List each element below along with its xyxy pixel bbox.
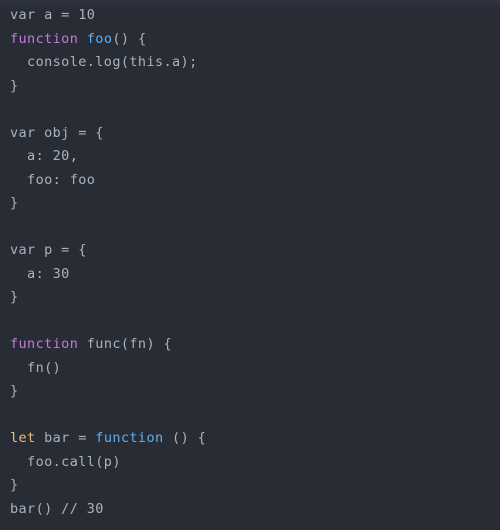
code-token: } bbox=[10, 195, 19, 211]
code-token: a: 30 bbox=[10, 265, 70, 282]
code-line: console.log(this.a); bbox=[0, 51, 500, 75]
code-line: var a = 10 bbox=[0, 4, 500, 28]
code-token: var obj = { bbox=[10, 124, 104, 141]
code-line: } bbox=[0, 380, 500, 404]
code-line: } bbox=[0, 192, 500, 216]
code-line: } bbox=[0, 286, 500, 310]
code-token: foo: foo bbox=[10, 171, 96, 188]
code-line bbox=[0, 216, 500, 240]
code-line: var obj = { bbox=[0, 122, 500, 146]
code-line: } bbox=[0, 474, 500, 498]
code-line bbox=[0, 404, 500, 428]
code-line: foo: foo bbox=[0, 169, 500, 193]
code-token: foo bbox=[86, 30, 113, 47]
code-token: () { bbox=[163, 430, 207, 446]
code-line: bar() // 30 bbox=[0, 498, 500, 522]
code-token: } bbox=[10, 289, 19, 305]
code-token: func(fn) { bbox=[78, 336, 173, 352]
code-token: a: 20, bbox=[10, 148, 79, 164]
code-line: function foo() { bbox=[0, 28, 500, 52]
code-line: fn() bbox=[0, 357, 500, 381]
code-token: function bbox=[95, 430, 164, 446]
code-token: bar() // 30 bbox=[10, 500, 104, 517]
code-line: a: 30 bbox=[0, 263, 500, 287]
code-token: } bbox=[10, 477, 19, 493]
code-token: function bbox=[10, 30, 79, 47]
code-block[interactable]: var a = 10 function foo() { console.log(t… bbox=[0, 4, 500, 521]
code-token: foo.call(p) bbox=[10, 453, 121, 470]
code-token: let bbox=[10, 430, 36, 446]
code-line: var p = { bbox=[0, 239, 500, 263]
code-token: var p = { bbox=[10, 242, 87, 258]
code-line: foo.call(p) bbox=[0, 451, 500, 475]
code-viewer[interactable]: var a = 10 function foo() { console.log(t… bbox=[0, 0, 500, 530]
code-token: function bbox=[10, 336, 79, 352]
code-token: var a = 10 bbox=[10, 7, 96, 23]
code-token: } bbox=[10, 77, 19, 94]
code-token: fn() bbox=[10, 359, 62, 376]
code-line bbox=[0, 310, 500, 334]
code-line bbox=[0, 98, 500, 122]
code-token: console.log(this.a); bbox=[10, 54, 198, 70]
code-line: a: 20, bbox=[0, 145, 500, 169]
code-line: function func(fn) { bbox=[0, 333, 500, 357]
code-token: } bbox=[10, 383, 19, 399]
code-token: () { bbox=[112, 30, 147, 47]
code-token: bar = bbox=[35, 430, 96, 446]
code-line: let bar = function () { bbox=[0, 427, 500, 451]
code-line: } bbox=[0, 75, 500, 99]
